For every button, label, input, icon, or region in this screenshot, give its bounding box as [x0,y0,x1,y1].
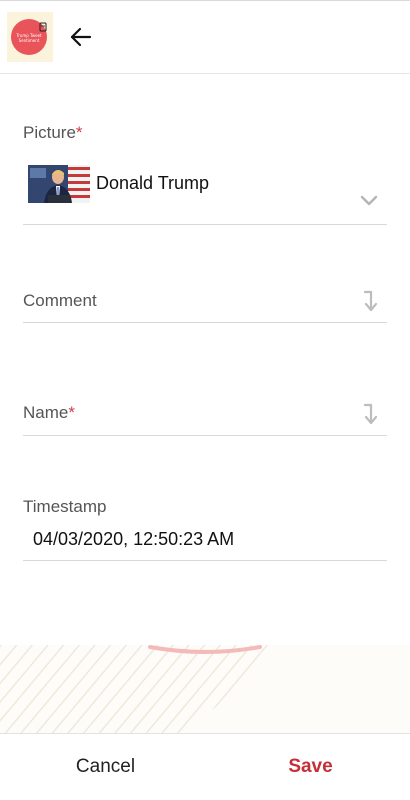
name-label-text: Name [23,403,69,422]
logo-circle: Trump Tweet Sentiment [11,19,47,55]
name-label: Name* [23,403,75,423]
timestamp-field[interactable]: Timestamp 04/03/2020, 12:50:23 AM [23,495,387,561]
action-bar: Cancel Save [0,733,410,800]
picture-field[interactable]: Picture* Donald Trump [23,119,387,225]
app-logo: Trump Tweet Sentiment [7,12,53,62]
chevron-down-icon[interactable] [359,193,379,207]
sort-down-icon[interactable] [363,289,377,313]
picture-label: Picture* [23,123,83,143]
cancel-button[interactable]: Cancel [3,734,208,800]
edit-form: Picture* Donald Trump Comment Name* Time… [0,75,410,645]
logo-mark-icon [39,22,47,32]
app-header: Trump Tweet Sentiment [0,0,410,74]
timestamp-value: 04/03/2020, 12:50:23 AM [33,529,235,549]
arrow-left-icon[interactable] [68,24,94,50]
decorative-background [0,645,410,733]
picture-label-text: Picture [23,123,76,142]
logo-text: Trump Tweet Sentiment [16,33,42,43]
decorative-pattern [0,645,410,733]
required-mark: * [75,123,83,142]
comment-label: Comment [23,291,97,310]
top-divider [0,0,410,1]
sort-down-icon[interactable] [363,402,377,426]
comment-field[interactable]: Comment [23,287,387,323]
thumbnail-image [28,165,90,203]
picture-value: Donald Trump [96,173,210,193]
timestamp-label: Timestamp [23,497,107,516]
save-button[interactable]: Save [208,734,410,800]
picture-thumbnail [28,165,90,203]
required-mark: * [68,403,75,422]
name-field[interactable]: Name* [23,400,387,436]
